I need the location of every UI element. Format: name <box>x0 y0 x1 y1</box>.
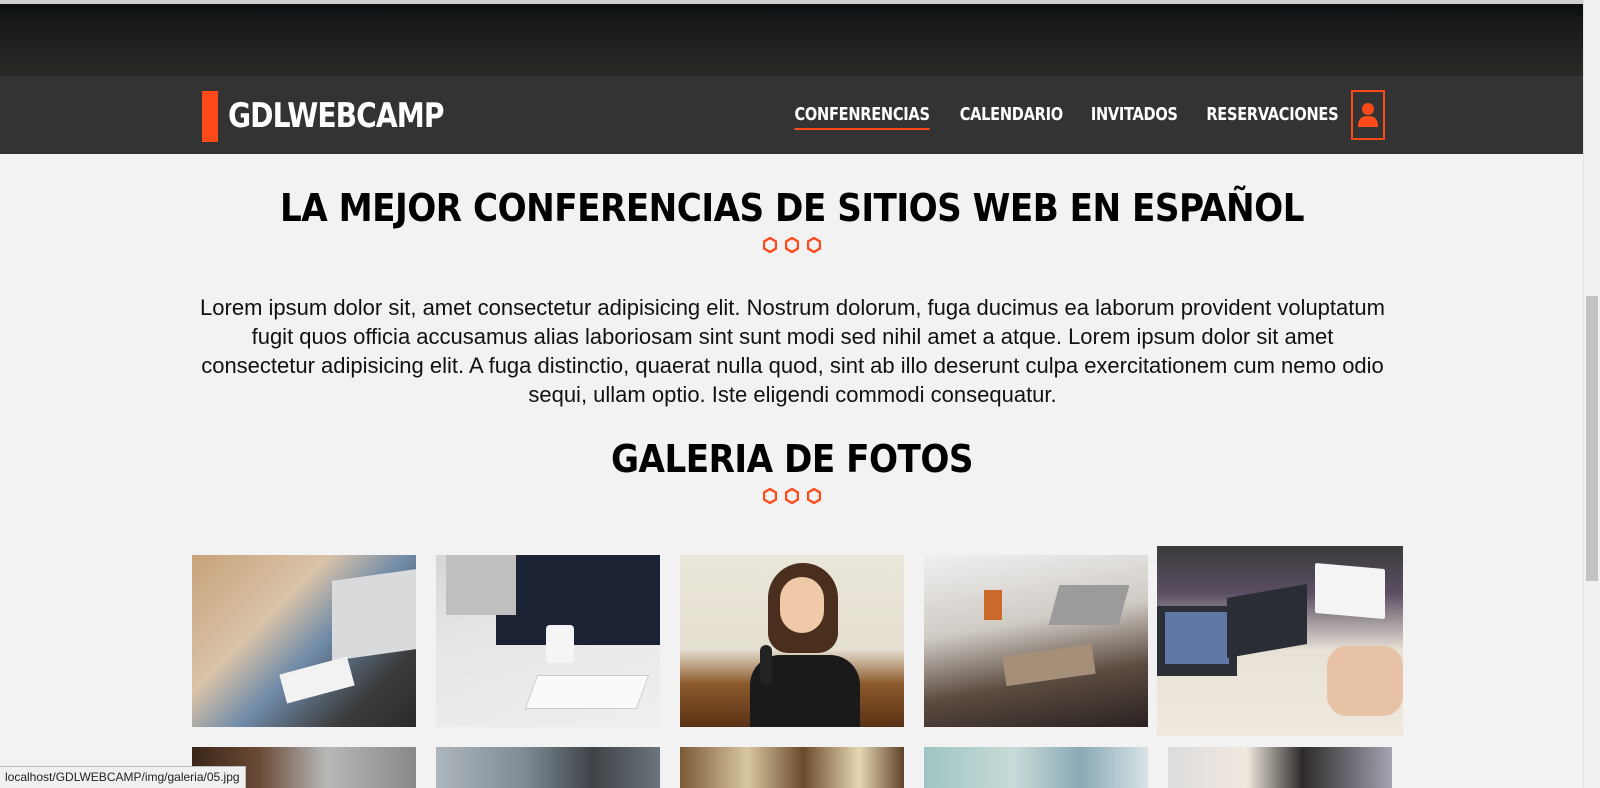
gallery-title: GALERIA DE FOTOS <box>610 437 974 481</box>
scrollbar-thumb[interactable] <box>1586 296 1598 581</box>
gallery-photo[interactable] <box>192 555 416 727</box>
nav-link-calendario[interactable]: CALENDARIO <box>960 104 1063 130</box>
gallery-photo[interactable] <box>924 555 1148 727</box>
hexagon-icon <box>785 237 799 253</box>
hexagon-icon <box>763 237 777 253</box>
vertical-scrollbar[interactable] <box>1583 0 1600 788</box>
user-icon <box>1358 103 1378 127</box>
logo-accent-bar <box>202 91 218 142</box>
nav-link-reservaciones[interactable]: RESERVACIONES <box>1207 104 1339 130</box>
nav-link-conferencias[interactable]: CONFENRENCIAS <box>794 104 930 130</box>
navbar: GDLWEBCAMP CONFENRENCIAS CALENDARIO INVI… <box>0 76 1584 154</box>
gallery-photo[interactable] <box>680 747 904 788</box>
hexagon-icon <box>763 488 777 504</box>
hexagon-icon <box>785 488 799 504</box>
user-account-button[interactable] <box>1351 90 1385 140</box>
hexagon-divider <box>0 488 1584 504</box>
site-logo[interactable]: GDLWEBCAMP <box>228 92 444 140</box>
hexagon-icon <box>807 237 821 253</box>
intro-title: LA MEJOR CONFERENCIAS DE SITIOS WEB EN E… <box>280 186 1305 230</box>
gallery-photo[interactable] <box>924 747 1148 788</box>
intro-text: Lorem ipsum dolor sit, amet consectetur … <box>200 295 1385 407</box>
main-nav: CONFENRENCIAS CALENDARIO INVITADOS RESER… <box>787 104 1346 130</box>
hexagon-icon <box>807 488 821 504</box>
gallery-photo[interactable] <box>436 555 660 727</box>
nav-link-invitados[interactable]: INVITADOS <box>1091 104 1178 130</box>
status-bar-url: localhost/GDLWEBCAMP/img/galeria/05.jpg <box>0 766 246 788</box>
gallery-photo[interactable] <box>1157 546 1403 736</box>
hexagon-divider <box>0 237 1584 253</box>
gallery-photo[interactable] <box>1168 747 1392 788</box>
gallery-photo[interactable] <box>436 747 660 788</box>
gallery-photo[interactable] <box>680 555 904 727</box>
hero-image-strip <box>0 0 1584 76</box>
